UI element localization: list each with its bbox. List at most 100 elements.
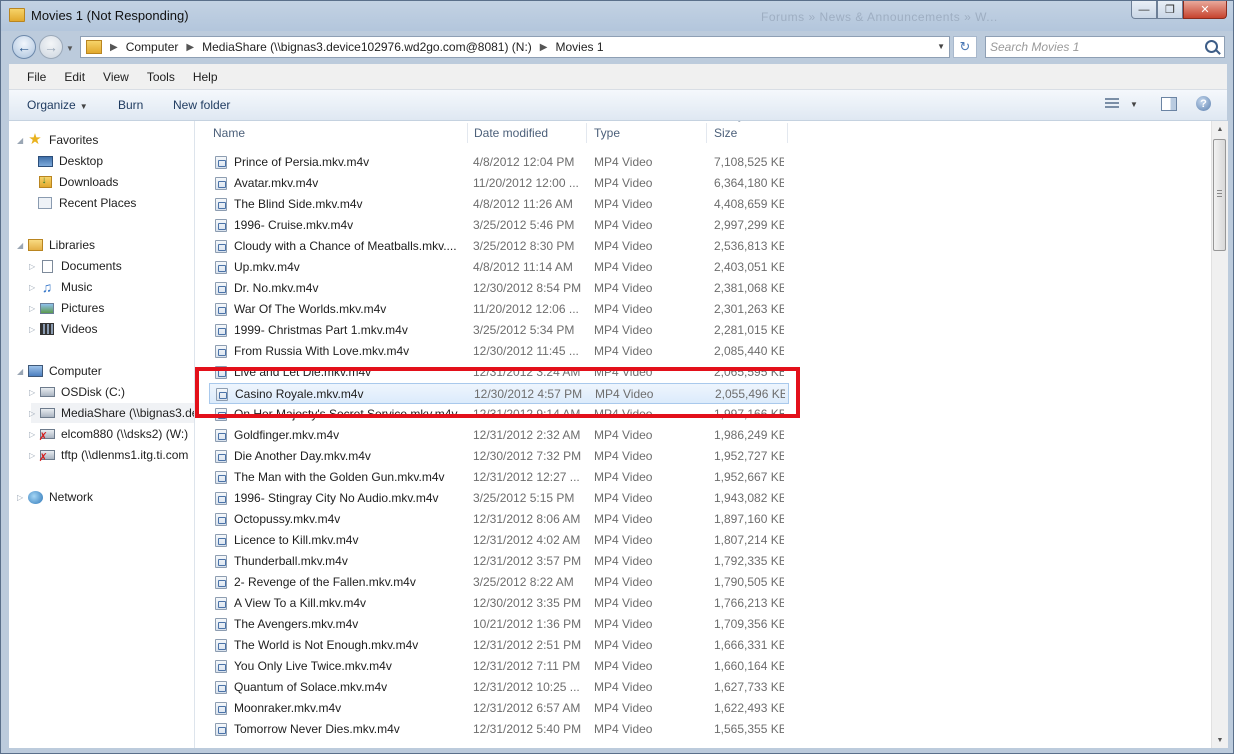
collapse-arrow-icon[interactable]: ▷ xyxy=(29,304,39,313)
scrollbar-thumb[interactable] xyxy=(1213,139,1226,251)
column-divider[interactable] xyxy=(586,123,587,143)
organize-button[interactable]: Organize ▼ xyxy=(27,98,88,112)
collapse-arrow-icon[interactable]: ▷ xyxy=(29,283,39,292)
menu-edit[interactable]: Edit xyxy=(64,70,85,84)
file-row[interactable]: Licence to Kill.mkv.m4v 12/31/2012 4:02 A… xyxy=(209,530,789,551)
recent-pages-dropdown[interactable]: ▼ xyxy=(66,44,74,53)
collapse-arrow-icon[interactable]: ▷ xyxy=(29,409,39,418)
file-row[interactable]: Cloudy with a Chance of Meatballs.mkv...… xyxy=(209,236,789,257)
file-row[interactable]: 1999- Christmas Part 1.mkv.m4v 3/25/2012 … xyxy=(209,320,789,341)
menu-help[interactable]: Help xyxy=(193,70,218,84)
file-date-modified: 3/25/2012 8:22 AM xyxy=(473,575,574,589)
file-row[interactable]: The World is Not Enough.mkv.m4v 12/31/201… xyxy=(209,635,789,656)
file-date-modified: 12/30/2012 11:45 ... xyxy=(473,344,579,358)
maximize-button[interactable]: ❐ xyxy=(1157,1,1183,19)
file-row[interactable]: Dr. No.mkv.m4v 12/30/2012 8:54 PM MP4 Vide… xyxy=(209,278,789,299)
nav-osdisk[interactable]: ▷ OSDisk (C:) xyxy=(29,382,125,402)
breadcrumb-mediashare[interactable]: MediaShare (\\bignas3.device102976.wd2go… xyxy=(202,40,532,54)
file-row[interactable]: Thunderball.mkv.m4v 12/31/2012 3:57 PM MP4… xyxy=(209,551,789,572)
collapse-arrow-icon[interactable]: ▷ xyxy=(17,493,27,502)
help-icon[interactable]: ? xyxy=(1196,96,1211,111)
file-row[interactable]: From Russia With Love.mkv.m4v 12/30/2012 … xyxy=(209,341,789,362)
collapse-arrow-icon[interactable]: ▷ xyxy=(29,325,39,334)
address-bar[interactable]: ▶ Computer ▶ MediaShare (\\bignas3.devic… xyxy=(80,36,950,58)
collapse-arrow-icon[interactable]: ▷ xyxy=(29,430,39,439)
minimize-button[interactable]: — xyxy=(1131,1,1157,19)
nav-libraries[interactable]: ◢ Libraries xyxy=(17,235,95,255)
expand-arrow-icon[interactable]: ◢ xyxy=(17,367,27,376)
column-divider[interactable] xyxy=(467,123,468,143)
vertical-scrollbar[interactable]: ▲ ▼ xyxy=(1211,121,1228,748)
menu-file[interactable]: File xyxy=(27,70,46,84)
nav-favorites[interactable]: ◢ ★ Favorites xyxy=(17,130,98,150)
column-type[interactable]: Type xyxy=(590,121,704,145)
menu-view[interactable]: View xyxy=(103,70,129,84)
file-type: MP4 Video xyxy=(594,197,653,211)
file-row[interactable]: 2- Revenge of the Fallen.mkv.m4v 3/25/201… xyxy=(209,572,789,593)
column-divider[interactable] xyxy=(787,123,788,143)
new-folder-button[interactable]: New folder xyxy=(173,98,230,112)
search-input[interactable] xyxy=(990,39,1190,55)
file-row[interactable]: Goldfinger.mkv.m4v 12/31/2012 2:32 AM MP4 … xyxy=(209,425,789,446)
file-row[interactable]: 1996- Cruise.mkv.m4v 3/25/2012 5:46 PM MP4… xyxy=(209,215,789,236)
file-row[interactable]: Moonraker.mkv.m4v 12/31/2012 6:57 AM MP4 V… xyxy=(209,698,789,719)
column-date-modified[interactable]: Date modified xyxy=(470,121,586,145)
collapse-arrow-icon[interactable]: ▷ xyxy=(29,388,39,397)
file-row[interactable]: The Avengers.mkv.m4v 10/21/2012 1:36 PM MP… xyxy=(209,614,789,635)
file-row[interactable]: Quantum of Solace.mkv.m4v 12/31/2012 10:2… xyxy=(209,677,789,698)
nav-downloads[interactable]: Downloads xyxy=(37,172,118,192)
file-row[interactable]: Octopussy.mkv.m4v 12/31/2012 8:06 AM MP4 V… xyxy=(209,509,789,530)
nav-mediashare[interactable]: ▷ MediaShare (\\bignas3.de xyxy=(29,403,194,423)
file-row[interactable]: You Only Live Twice.mkv.m4v 12/31/2012 7:… xyxy=(209,656,789,677)
file-row[interactable]: The Blind Side.mkv.m4v 4/8/2012 11:26 AM M… xyxy=(209,194,789,215)
scroll-up-arrow-icon[interactable]: ▲ xyxy=(1212,121,1228,137)
nav-videos[interactable]: ▷ Videos xyxy=(29,319,97,339)
view-options-dropdown[interactable]: ▼ xyxy=(1130,100,1138,109)
breadcrumb-computer[interactable]: Computer xyxy=(126,40,179,54)
change-view-icon[interactable] xyxy=(1105,98,1119,110)
file-row[interactable]: Die Another Day.mkv.m4v 12/30/2012 7:32 P… xyxy=(209,446,789,467)
file-row[interactable]: Tomorrow Never Dies.mkv.m4v 12/31/2012 5:… xyxy=(209,719,789,740)
nav-elcom880[interactable]: ▷ ✗ elcom880 (\\dsks2) (W:) xyxy=(29,424,188,444)
title-bar[interactable]: Movies 1 (Not Responding) Forums » News … xyxy=(1,1,1233,31)
address-history-dropdown[interactable]: ▼ xyxy=(937,42,945,51)
nav-documents[interactable]: ▷ Documents xyxy=(29,256,122,276)
column-name[interactable]: Name xyxy=(209,121,467,145)
file-row[interactable]: Up.mkv.m4v 4/8/2012 11:14 AM MP4 Video 2,40… xyxy=(209,257,789,278)
expand-arrow-icon[interactable]: ◢ xyxy=(17,241,27,250)
file-row[interactable]: Avatar.mkv.m4v 11/20/2012 12:00 ... MP4 Vi… xyxy=(209,173,789,194)
chevron-right-icon[interactable]: ▶ xyxy=(540,42,548,53)
close-button[interactable]: ✕ xyxy=(1183,1,1227,19)
scroll-down-arrow-icon[interactable]: ▼ xyxy=(1212,732,1228,748)
search-icon[interactable] xyxy=(1205,40,1218,53)
nav-recent-places[interactable]: Recent Places xyxy=(37,193,136,213)
column-size[interactable]: Size xyxy=(710,121,786,145)
refresh-button[interactable]: ↻ xyxy=(953,36,977,58)
chevron-right-icon[interactable]: ▶ xyxy=(186,42,194,53)
column-divider[interactable] xyxy=(706,123,707,143)
nav-music[interactable]: ▷ ♫ Music xyxy=(29,277,92,297)
file-row[interactable]: Prince of Persia.mkv.m4v 4/8/2012 12:04 P… xyxy=(209,152,789,173)
file-row[interactable]: War Of The Worlds.mkv.m4v 11/20/2012 12:0… xyxy=(209,299,789,320)
search-box[interactable] xyxy=(985,36,1225,58)
collapse-arrow-icon[interactable]: ▷ xyxy=(29,451,39,460)
nav-pictures[interactable]: ▷ Pictures xyxy=(29,298,104,318)
breadcrumb-movies-1[interactable]: Movies 1 xyxy=(556,40,604,54)
menu-tools[interactable]: Tools xyxy=(147,70,175,84)
file-row[interactable]: 1996- Stingray City No Audio.mkv.m4v 3/25… xyxy=(209,488,789,509)
nav-computer[interactable]: ◢ Computer xyxy=(17,361,102,381)
chevron-right-icon[interactable]: ▶ xyxy=(110,42,118,53)
collapse-arrow-icon[interactable]: ▷ xyxy=(29,262,39,271)
file-type: MP4 Video xyxy=(594,176,653,190)
forward-button[interactable]: → xyxy=(39,35,63,59)
burn-button[interactable]: Burn xyxy=(118,98,143,112)
video-file-icon xyxy=(215,618,227,631)
preview-pane-icon[interactable] xyxy=(1161,97,1177,111)
file-row[interactable]: The Man with the Golden Gun.mkv.m4v 12/31… xyxy=(209,467,789,488)
file-row[interactable]: A View To a Kill.mkv.m4v 12/30/2012 3:35 … xyxy=(209,593,789,614)
expand-arrow-icon[interactable]: ◢ xyxy=(17,136,27,145)
nav-desktop[interactable]: Desktop xyxy=(37,151,103,171)
nav-tftp[interactable]: ▷ ✗ tftp (\\dlenms1.itg.ti.com xyxy=(29,445,188,465)
nav-network[interactable]: ▷ Network xyxy=(17,487,93,507)
back-button[interactable]: ← xyxy=(12,35,36,59)
